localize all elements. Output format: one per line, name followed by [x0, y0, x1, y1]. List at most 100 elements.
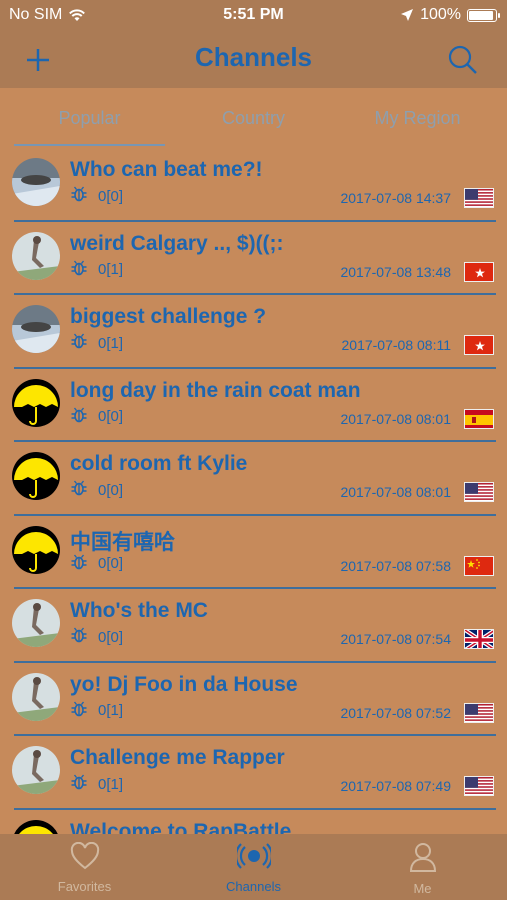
bug-icon — [70, 700, 88, 722]
bug-icon — [70, 332, 88, 354]
segment-tabs: Popular Country My Region — [0, 88, 507, 146]
channel-title: weird Calgary .., $)((;: — [70, 231, 284, 255]
channel-count: 0[1] — [98, 261, 124, 278]
channel-count: 0[0] — [98, 481, 124, 499]
channel-count: 0[1] — [98, 334, 124, 352]
tabbar-me[interactable]: Me — [338, 842, 507, 896]
channel-count: 0[0] — [98, 187, 124, 205]
channel-title: long day in the rain coat man — [70, 378, 361, 402]
channel-meta: 0[0] — [70, 185, 123, 207]
channel-row[interactable]: 中国有嘻哈 0[0] 2017-07-08 07:58 — [0, 516, 507, 589]
channel-date: 2017-07-08 07:54 — [340, 631, 451, 647]
channel-title: 中国有嘻哈 — [70, 530, 175, 554]
channel-count: 0[0] — [98, 408, 124, 425]
channel-meta: 0[1] — [70, 773, 123, 795]
channel-date: 2017-07-08 07:58 — [340, 557, 451, 574]
avatar — [12, 305, 60, 353]
tab-popular[interactable]: Popular — [5, 108, 174, 129]
channel-row[interactable]: Challenge me Rapper 0[1] 2017-07-08 07:49 — [0, 736, 507, 810]
channel-row[interactable]: Welcome to RapBattle — [0, 810, 507, 835]
channel-row[interactable]: cold room ft Kylie 0[0] 2017-07-08 08:01 — [0, 442, 507, 516]
page-title: Channels — [194, 42, 313, 72]
tab-country[interactable]: Country — [169, 108, 338, 129]
tabbar-favorites[interactable]: Favorites — [0, 841, 169, 894]
avatar — [12, 378, 60, 427]
tabbar-favorites-label: Favorites — [57, 879, 112, 894]
hk-flag-icon — [464, 261, 494, 282]
tab-bar: Favorites Channels Me — [0, 834, 507, 900]
bug-icon — [70, 259, 88, 281]
status-bar: No SIM 5:51 PM 100% — [0, 0, 507, 30]
channel-row[interactable]: Who can beat me?! 0[0] 2017-07-08 14:37 — [0, 148, 507, 222]
channel-meta: 0[0] — [70, 406, 123, 428]
hk-flag-icon — [464, 335, 494, 355]
avatar — [12, 599, 60, 647]
channel-count: 0[1] — [98, 775, 124, 793]
channel-meta: 0[1] — [70, 700, 123, 722]
channel-date: 2017-07-08 13:48 — [340, 263, 451, 280]
channel-title: biggest challenge ? — [70, 305, 267, 328]
channel-count: 0[0] — [98, 555, 124, 572]
avatar — [12, 231, 60, 280]
channel-list[interactable]: Who can beat me?! 0[0] 2017-07-08 14:37 wei… — [0, 148, 507, 834]
channel-row[interactable]: Who's the MC 0[0] 2017-07-08 07:54 — [0, 589, 507, 663]
channel-title: Welcome to RapBattle — [70, 819, 292, 835]
channel-count: 0[1] — [98, 702, 124, 719]
avatar — [12, 158, 60, 206]
avatar — [12, 672, 60, 721]
bug-icon — [70, 479, 88, 501]
cn-flag-icon — [464, 555, 494, 576]
bug-icon — [70, 626, 88, 648]
channel-row[interactable]: yo! Dj Foo in da House 0[1] 2017-07-08 07:… — [0, 663, 507, 736]
heart-icon — [70, 841, 99, 870]
tabbar-channels-label: Channels — [226, 879, 281, 894]
us-flag-icon — [464, 702, 494, 723]
channel-date: 2017-07-08 08:01 — [340, 484, 451, 500]
active-tab-indicator — [14, 144, 165, 146]
person-icon — [409, 843, 436, 872]
us-flag-icon — [464, 188, 494, 208]
bug-icon — [70, 406, 88, 428]
channel-title: yo! Dj Foo in da House — [70, 672, 298, 696]
search-icon — [448, 45, 477, 74]
avatar — [12, 452, 60, 500]
channel-meta: 0[0] — [70, 479, 123, 501]
uk-flag-icon — [464, 629, 494, 649]
us-flag-icon — [464, 482, 494, 502]
channel-meta: 0[0] — [70, 553, 123, 575]
channel-title: cold room ft Kylie — [70, 452, 248, 475]
es-flag-icon — [464, 408, 494, 429]
channel-row[interactable]: biggest challenge ? 0[1] 2017-07-08 08:11 — [0, 295, 507, 369]
nav-bar: Channels — [0, 30, 507, 88]
channel-date: 2017-07-08 07:52 — [340, 704, 451, 721]
channel-date: 2017-07-08 08:01 — [340, 410, 451, 427]
channel-meta: 0[0] — [70, 626, 123, 648]
channel-date: 2017-07-08 07:49 — [340, 778, 451, 794]
search-button[interactable] — [443, 40, 483, 80]
tabbar-me-label: Me — [413, 881, 432, 896]
channel-count: 0[0] — [98, 628, 124, 646]
avatar — [12, 819, 60, 834]
tabbar-channels[interactable]: Channels — [169, 842, 338, 894]
tab-my-region[interactable]: My Region — [333, 108, 502, 129]
avatar — [12, 746, 60, 794]
bug-icon — [70, 773, 88, 795]
battery-percent: 100% — [420, 6, 461, 23]
channel-title: Who can beat me?! — [70, 158, 263, 181]
status-right: 100% — [400, 6, 500, 24]
channel-date: 2017-07-08 14:37 — [340, 190, 451, 206]
avatar — [12, 525, 60, 574]
bug-icon — [70, 553, 88, 575]
channel-row[interactable]: weird Calgary .., $)((;: 0[1] 2017-07-08 1… — [0, 222, 507, 295]
channel-title: Who's the MC — [70, 599, 208, 622]
battery-icon — [467, 8, 500, 22]
broadcast-icon — [234, 843, 273, 869]
channel-title: Challenge me Rapper — [70, 746, 285, 769]
channel-row[interactable]: long day in the rain coat man 0[0] 2017-07… — [0, 369, 507, 442]
location-arrow-icon — [401, 9, 414, 21]
channel-date: 2017-07-08 08:11 — [341, 337, 452, 353]
bug-icon — [70, 185, 88, 207]
channel-meta: 0[1] — [70, 332, 123, 354]
us-flag-icon — [464, 776, 494, 796]
channel-meta: 0[1] — [70, 259, 123, 281]
